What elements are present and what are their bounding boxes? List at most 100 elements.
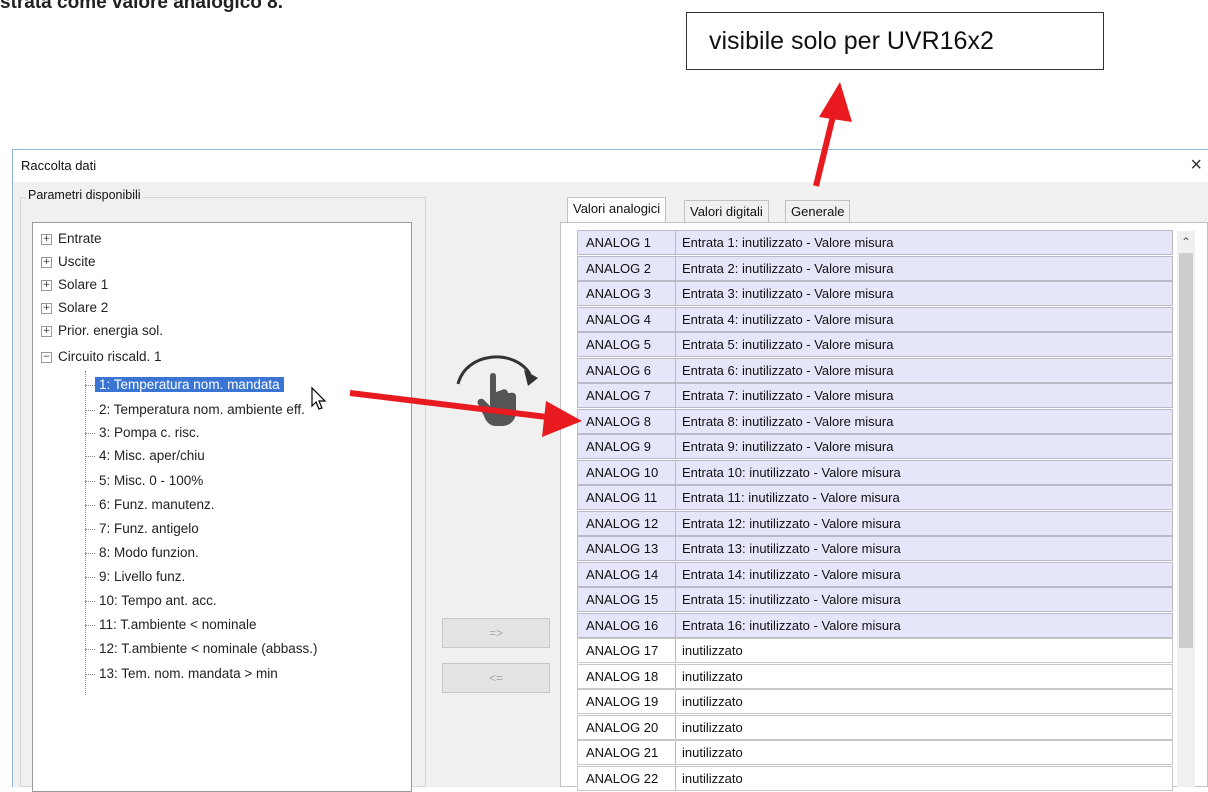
tree-node-label: Uscite (58, 254, 96, 269)
tab-valori-digitali[interactable]: Valori digitali (684, 200, 769, 222)
tab-valori-analogici[interactable]: Valori analogici (567, 197, 667, 222)
analog-row[interactable]: ANALOG 2 Entrata 2: inutilizzato - Valore… (577, 255, 1173, 281)
analog-row-name: ANALOG 19 (578, 690, 676, 713)
analog-row[interactable]: ANALOG 7 Entrata 7: inutilizzato - Valore… (577, 383, 1173, 408)
analog-row-value: Entrata 1: inutilizzato - Valore misura (682, 235, 894, 250)
analog-row[interactable]: ANALOG 8 Entrata 8: inutilizzato - Valore… (577, 408, 1173, 434)
tree-node-solare-1[interactable]: + Solare 1 (41, 275, 108, 295)
analog-row[interactable]: ANALOG 12 Entrata 12: inutilizzato - Valo… (577, 510, 1173, 536)
analog-row[interactable]: ANALOG 18 inutilizzato (577, 663, 1173, 689)
add-button[interactable]: => (442, 618, 550, 648)
tree-child-5[interactable]: 5: Misc. 0 - 100% (99, 471, 203, 491)
expand-icon[interactable]: + (41, 256, 52, 268)
analog-row[interactable]: ANALOG 17 inutilizzato (577, 638, 1173, 663)
analog-row-value: Entrata 5: inutilizzato - Valore misura (682, 337, 894, 352)
analog-row-value: Entrata 4: inutilizzato - Valore misura (682, 311, 894, 327)
tree-child-4[interactable]: 4: Misc. aper/chiu (99, 446, 205, 466)
close-icon[interactable]: × (1190, 154, 1202, 177)
analog-row-name: ANALOG 13 (578, 537, 676, 560)
tree-child-label: 7: Funz. antigelo (99, 521, 199, 536)
tree-node-uscite[interactable]: + Uscite (41, 252, 96, 272)
analog-row[interactable]: ANALOG 10 Entrata 10: inutilizzato - Valo… (577, 459, 1173, 485)
tree-connector (85, 371, 86, 695)
analog-row-name: ANALOG 17 (578, 639, 676, 662)
expand-icon[interactable]: + (41, 325, 52, 337)
analog-row[interactable]: ANALOG 11 Entrata 11: inutilizzato - Valo… (577, 485, 1173, 510)
collapse-icon[interactable]: − (41, 351, 52, 363)
analog-row[interactable]: ANALOG 9 Entrata 9: inutilizzato - Valore… (577, 434, 1173, 459)
tree-child-label-selected: 1: Temperatura nom. mandata (95, 377, 284, 392)
analog-row-value: inutilizzato (682, 719, 743, 735)
tree-node-entrate[interactable]: + Entrate (41, 229, 102, 249)
annotation-callout-text: visibile solo per UVR16x2 (709, 26, 994, 55)
tree-child-12[interactable]: 12: T.ambiente < nominale (abbass.) (99, 639, 318, 659)
tree-child-label: 2: Temperatura nom. ambiente eff. (99, 402, 305, 417)
scroll-up-icon[interactable]: ⌃ (1177, 235, 1195, 249)
analog-row-value: Entrata 2: inutilizzato - Valore misura (682, 260, 894, 276)
analog-row-name: ANALOG 5 (578, 333, 676, 356)
analog-row-name: ANALOG 20 (578, 715, 676, 739)
tree-child-6[interactable]: 6: Funz. manutenz. (99, 495, 215, 515)
tree-child-2[interactable]: 2: Temperatura nom. ambiente eff. (99, 400, 305, 420)
analog-row-value: inutilizzato (682, 643, 743, 658)
analog-row-value: Entrata 7: inutilizzato - Valore misura (682, 388, 894, 403)
tree-child-13[interactable]: 13: Tem. nom. mandata > min (99, 664, 278, 684)
tree-node-label: Solare 1 (58, 277, 109, 292)
analog-row-name: ANALOG 2 (578, 256, 676, 280)
analog-row-name: ANALOG 12 (578, 511, 676, 535)
analog-row-value: Entrata 16: inutilizzato - Valore misura (682, 617, 901, 633)
tree-node-circuito-riscald-1[interactable]: − Circuito riscald. 1 (41, 347, 162, 367)
analog-row-value: Entrata 11: inutilizzato - Valore misura (682, 490, 900, 505)
analog-row[interactable]: ANALOG 21 inutilizzato (577, 740, 1173, 765)
tree-node-solare-2[interactable]: + Solare 2 (41, 298, 108, 318)
analog-row[interactable]: ANALOG 6 Entrata 6: inutilizzato - Valore… (577, 357, 1173, 383)
analog-row-value: Entrata 15: inutilizzato - Valore misura (682, 592, 901, 607)
tree-node-label: Entrate (58, 231, 102, 246)
analog-row[interactable]: ANALOG 20 inutilizzato (577, 714, 1173, 740)
analog-row[interactable]: ANALOG 3 Entrata 3: inutilizzato - Valore… (577, 281, 1173, 306)
tree-child-10[interactable]: 10: Tempo ant. acc. (99, 591, 217, 611)
analog-row-name: ANALOG 16 (578, 613, 676, 637)
analog-row-value: inutilizzato (682, 668, 743, 684)
analog-row-value: inutilizzato (682, 770, 743, 786)
dialog-title: Raccolta dati (21, 158, 97, 173)
tree-child-7[interactable]: 7: Funz. antigelo (99, 519, 199, 539)
tree-child-label: 6: Funz. manutenz. (99, 497, 215, 512)
analog-row[interactable]: ANALOG 4 Entrata 4: inutilizzato - Valore… (577, 306, 1173, 332)
analog-row-name: ANALOG 6 (578, 358, 676, 382)
analog-row[interactable]: ANALOG 14 Entrata 14: inutilizzato - Valo… (577, 561, 1173, 587)
expand-icon[interactable]: + (41, 233, 52, 245)
tree-child-11[interactable]: 11: T.ambiente < nominale (99, 615, 256, 635)
analog-row[interactable]: ANALOG 15 Entrata 15: inutilizzato - Valo… (577, 587, 1173, 612)
analog-row-value: Entrata 12: inutilizzato - Valore misura (682, 515, 901, 531)
analog-row-value: Entrata 10: inutilizzato - Valore misura (682, 464, 901, 480)
document-text: strata come valore analogico 8. (0, 0, 283, 14)
analog-row-name: ANALOG 9 (578, 435, 676, 458)
params-tree[interactable]: + Entrate + Uscite + Solare 1 + Solare 2 + Pr… (32, 222, 412, 792)
tab-generale[interactable]: Generale (785, 200, 851, 222)
analog-row[interactable]: ANALOG 16 Entrata 16: inutilizzato - Valo… (577, 612, 1173, 638)
expand-icon[interactable]: + (41, 279, 52, 291)
analog-row-value: Entrata 3: inutilizzato - Valore misura (682, 286, 894, 301)
analog-row-name: ANALOG 22 (578, 766, 676, 790)
tree-node-prior-energia[interactable]: + Prior. energia sol. (41, 321, 163, 341)
analog-row-value: Entrata 9: inutilizzato - Valore misura (682, 439, 894, 454)
analog-row-value: inutilizzato (682, 745, 743, 760)
analog-row-name: ANALOG 21 (578, 741, 676, 764)
analog-row[interactable]: ANALOG 19 inutilizzato (577, 689, 1173, 714)
scrollbar-thumb[interactable] (1179, 253, 1193, 648)
tree-node-label: Solare 2 (58, 300, 109, 315)
analog-row[interactable]: ANALOG 5 Entrata 5: inutilizzato - Valore… (577, 332, 1173, 357)
remove-button[interactable]: <= (442, 663, 550, 693)
expand-icon[interactable]: + (41, 302, 52, 314)
tree-child-8[interactable]: 8: Modo funzion. (99, 543, 199, 563)
analog-row-value: Entrata 13: inutilizzato - Valore misura (682, 541, 901, 556)
tree-child-3[interactable]: 3: Pompa c. risc. (99, 423, 200, 443)
tree-child-9[interactable]: 9: Livello funz. (99, 567, 185, 587)
tree-node-label: Circuito riscald. 1 (58, 349, 162, 364)
grid-scrollbar[interactable]: ⌃ (1177, 231, 1195, 787)
analog-row-name: ANALOG 7 (578, 384, 676, 407)
analog-row[interactable]: ANALOG 13 Entrata 13: inutilizzato - Valo… (577, 536, 1173, 561)
tree-child-1[interactable]: 1: Temperatura nom. mandata (95, 375, 284, 395)
analog-row[interactable]: ANALOG 1 Entrata 1: inutilizzato - Valore… (577, 230, 1173, 255)
